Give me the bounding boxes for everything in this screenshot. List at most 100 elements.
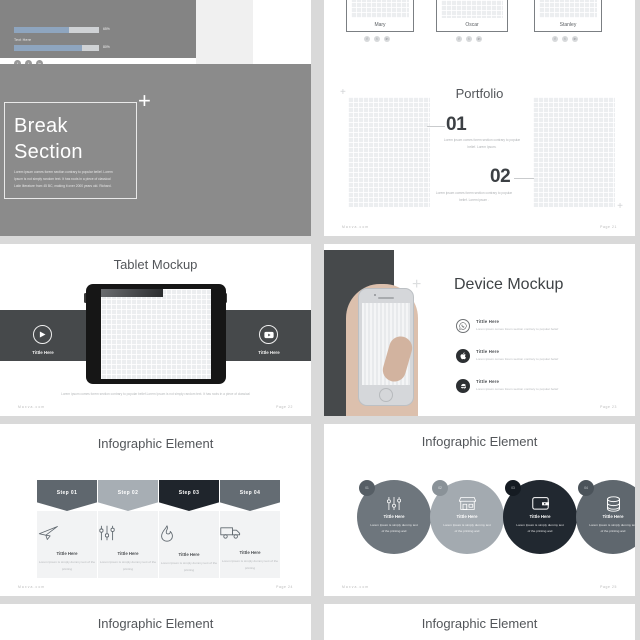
portfolio-image-1[interactable]	[348, 97, 430, 207]
slide-device-mockup[interactable]: + Device Mockup Tittle Here Lorem ipsum …	[324, 244, 635, 416]
plus-icon: +	[617, 201, 623, 212]
step-text: Lorem Ipsum is simply dummy text of the …	[38, 560, 96, 571]
tablet-screen[interactable]	[101, 289, 211, 379]
tablet-device[interactable]	[86, 284, 226, 384]
slide-infographic-circles[interactable]: Infographic Element 01 Tittle Here Lorem…	[324, 424, 635, 596]
team-card[interactable]: Oscar	[436, 0, 508, 32]
break-title-line2: Section	[14, 141, 83, 163]
progress-pct-2: 80%	[103, 45, 110, 49]
wallet-icon	[503, 496, 577, 510]
store-icon	[430, 496, 504, 511]
circle-item[interactable]: 01 Tittle Here Lorem Ipsum is simply dum…	[357, 480, 431, 554]
step-title: Tittle Here	[56, 551, 78, 556]
circle-badge: 04	[578, 480, 594, 496]
team-social-group[interactable]: f t in	[456, 36, 482, 42]
step-card[interactable]: Step 01 Tittle Here Lorem Ipsum is simpl…	[37, 480, 97, 578]
step-body: Tittle Here Lorem Ipsum is simply dummy …	[37, 511, 97, 578]
step-title: Tittle Here	[239, 550, 261, 555]
tablet-right-label: Tittle Here	[258, 350, 280, 355]
step-header: Step 03	[159, 480, 219, 511]
feature-text: Lorem ipsum comes forem section contrary…	[476, 356, 559, 361]
page-title: Infographic Element	[421, 434, 538, 449]
progress-label-2: Text Here	[14, 38, 32, 42]
twitter-icon[interactable]: t	[562, 36, 568, 42]
play-icon[interactable]	[33, 325, 52, 344]
break-title-line1: Break	[14, 115, 68, 137]
phone-home-button[interactable]	[379, 388, 393, 402]
plus-icon: +	[412, 276, 422, 293]
device-feature-row[interactable]: Tittle Here Lorem ipsum comes forem sect…	[456, 319, 616, 333]
phone-speaker	[378, 297, 394, 299]
circle-item[interactable]: 02 Tittle Here Lorem Ipsum is simply dum…	[430, 480, 504, 554]
portfolio-text-1: Lorem ipsum comes forem section contrary…	[443, 138, 521, 149]
member-name: Mary	[374, 22, 386, 28]
linkedin-icon[interactable]: in	[476, 36, 482, 42]
facebook-icon[interactable]: f	[364, 36, 370, 42]
youtube-icon[interactable]	[259, 325, 278, 344]
team-social-group[interactable]: f t in	[552, 36, 578, 42]
feature-title: Tittle Here	[476, 379, 500, 384]
team-card[interactable]: Mary	[346, 0, 414, 32]
tablet-left-label: Tittle Here	[32, 350, 54, 355]
slide-portfolio[interactable]: + + Portfolio 01 Lorem ipsum comes forem…	[324, 64, 635, 236]
page-number: Page 22	[276, 405, 293, 409]
step-text: Lorem Ipsum is simply dummy text of the …	[221, 559, 279, 570]
sliders-icon	[98, 525, 158, 541]
dribbble-icon	[456, 379, 470, 393]
page-title: Device Mockup	[454, 276, 564, 293]
step-header: Step 01	[37, 480, 97, 511]
device-feature-row[interactable]: Tittle Here Lorem ipsum comes forem sect…	[456, 379, 616, 393]
circle-title: Tittle Here	[383, 514, 405, 519]
team-social-group[interactable]: f t in	[364, 36, 390, 42]
team-card[interactable]: Stanley	[534, 0, 602, 32]
database-icon	[576, 496, 635, 512]
slide-infographic-steps[interactable]: Infographic Element Step 01 Tittle Here …	[0, 424, 311, 596]
step-header: Step 04	[220, 480, 280, 511]
circle-badge: 02	[432, 480, 448, 496]
portfolio-image-2[interactable]	[533, 97, 615, 207]
progress-pct-1: 65%	[103, 27, 110, 31]
feature-title: Tittle Here	[476, 319, 500, 324]
device-feature-row[interactable]: Tittle Here Lorem ipsum comes forem sect…	[456, 349, 616, 363]
circle-badge: 01	[359, 480, 375, 496]
circle-title: Tittle Here	[529, 514, 551, 519]
twitter-icon[interactable]: t	[466, 36, 472, 42]
linkedin-icon[interactable]: in	[572, 36, 578, 42]
member-photo	[441, 0, 503, 18]
circle-item[interactable]: 04 Tittle Here Lorem Ipsum is simply dum…	[576, 480, 635, 554]
step-card[interactable]: Step 03 Tittle Here Lorem Ipsum is simpl…	[159, 480, 219, 578]
facebook-icon[interactable]: f	[456, 36, 462, 42]
skills-panel: 65% Text Here 80% f t in	[0, 0, 196, 67]
slide-bottom-right[interactable]: Infographic Element	[324, 604, 635, 640]
linkedin-icon[interactable]: in	[384, 36, 390, 42]
circle-title: Tittle Here	[456, 514, 478, 519]
slide-break-section[interactable]: + Break Section Lorem ipsum comes forem …	[0, 64, 311, 236]
member-name: Oscar	[465, 22, 479, 28]
page-number: Page 23	[600, 405, 617, 409]
slide-bottom-left[interactable]: Infographic Element	[0, 604, 311, 640]
page-title: Tablet Mockup	[113, 257, 198, 272]
portfolio-number-2: 02	[490, 166, 511, 187]
page-number: Page 24	[276, 585, 293, 589]
sliders-icon	[357, 496, 431, 511]
feature-text: Lorem ipsum comes forem section contrary…	[476, 326, 559, 331]
step-title: Tittle Here	[178, 552, 200, 557]
circle-text: Lorem Ipsum is simply dummy text of the …	[516, 523, 564, 534]
slide-tablet-mockup[interactable]: Tablet Mockup Tittle Here Tittle Here Lo…	[0, 244, 311, 416]
footer-brand: Maxva.com	[342, 585, 370, 589]
truck-icon	[220, 525, 280, 540]
progress-bar-2	[14, 45, 99, 51]
break-body-text: Lorem ipsum comes forem section contrary…	[14, 170, 113, 188]
tablet-caption: Lorem ipsum comes forem section contrary…	[61, 392, 250, 396]
member-name: Stanley	[559, 22, 577, 28]
facebook-icon[interactable]: f	[552, 36, 558, 42]
circle-item[interactable]: 03 Tittle Here Lorem Ipsum is simply dum…	[503, 480, 577, 554]
step-card[interactable]: Step 02 Tittle Here Lorem Ipsum is simpl…	[98, 480, 158, 578]
portfolio-text-2: Lorem ipsum comes forem section contrary…	[435, 191, 513, 202]
member-photo	[539, 0, 597, 18]
page-title: Infographic Element	[97, 616, 214, 631]
twitter-icon[interactable]: t	[374, 36, 380, 42]
step-body: Tittle Here Lorem Ipsum is simply dummy …	[220, 511, 280, 578]
progress-bar-1	[14, 27, 99, 33]
step-card[interactable]: Step 04 Tittle Here Lorem Ipsum is simpl…	[220, 480, 280, 578]
